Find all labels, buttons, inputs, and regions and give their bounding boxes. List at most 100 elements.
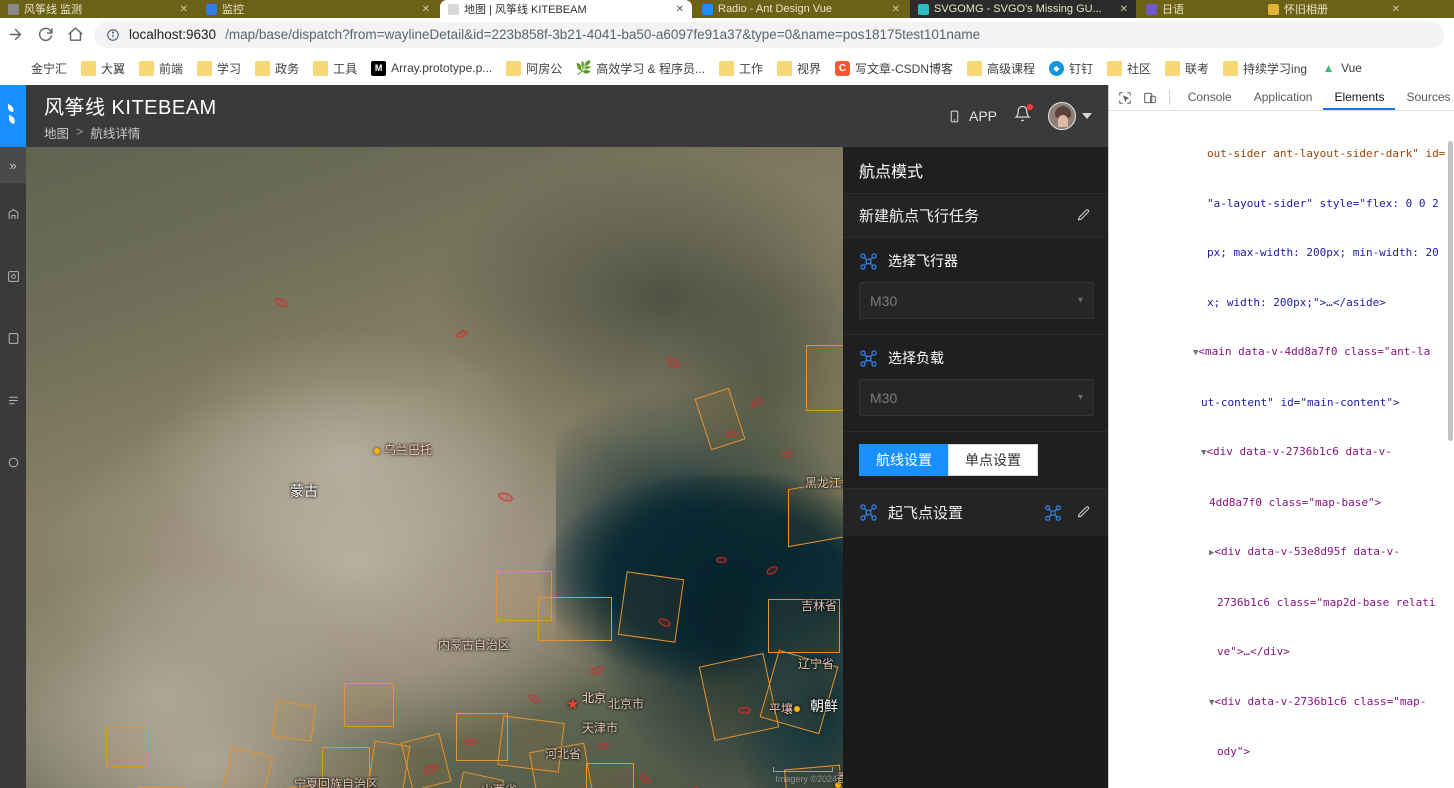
dom-node[interactable]: 4dd8a7f0 class="map-base"> bbox=[1109, 495, 1454, 512]
pencil-edit-icon[interactable] bbox=[1072, 205, 1094, 227]
tab-point-settings[interactable]: 单点设置 bbox=[948, 444, 1038, 476]
inspect-element-icon[interactable] bbox=[1113, 87, 1136, 109]
bookmark-item[interactable]: 高级课程 bbox=[960, 57, 1042, 80]
close-icon[interactable]: ✕ bbox=[892, 4, 900, 15]
browser-tab[interactable]: 风筝线 监测 ✕ bbox=[0, 0, 196, 18]
device-toolbar-icon[interactable] bbox=[1138, 87, 1161, 109]
browser-tab[interactable]: 怀旧相册 ✕ bbox=[1260, 0, 1408, 18]
drone-icon[interactable] bbox=[1044, 504, 1062, 522]
bookmark-item[interactable]: 视界 bbox=[770, 57, 828, 80]
rail-item-2[interactable] bbox=[0, 245, 26, 307]
tab-sources[interactable]: Sources bbox=[1395, 85, 1454, 110]
close-icon[interactable]: ✕ bbox=[676, 4, 684, 15]
browser-tab-active[interactable]: 地图 | 风筝线 KITEBEAM ✕ bbox=[440, 0, 692, 18]
tab-favicon bbox=[206, 3, 217, 15]
bookmark-label: 工作 bbox=[738, 61, 763, 76]
bookmark-item[interactable]: 前端 bbox=[132, 57, 190, 80]
bookmarks-bar: 金宁汇 大翼 前端 学习 政务 工具 M Array.prototype.p...… bbox=[0, 51, 1454, 85]
dom-tree[interactable]: out-sider ant-layout-sider-dark" id= "a-… bbox=[1109, 111, 1454, 788]
browser-tab[interactable]: Radio - Ant Design Vue ✕ bbox=[694, 0, 908, 18]
aircraft-select[interactable]: M30 ▾ bbox=[859, 282, 1094, 319]
dom-node[interactable]: ▼<div data-v-2736b1c6 class="map- bbox=[1109, 694, 1454, 712]
dom-node[interactable]: 2736b1c6 class="map2d-base relati bbox=[1109, 595, 1454, 612]
bookmark-label: 高级课程 bbox=[986, 61, 1035, 76]
kitebeam-logo-icon[interactable] bbox=[0, 85, 26, 147]
bookmark-item[interactable]: 阿房公 bbox=[499, 57, 569, 80]
bookmark-item[interactable]: M Array.prototype.p... bbox=[364, 58, 499, 79]
dom-node[interactable]: ▼<div data-v-2736b1c6 data-v- bbox=[1109, 444, 1454, 462]
drone-icon bbox=[859, 349, 878, 368]
close-icon[interactable]: ✕ bbox=[1120, 4, 1128, 15]
dom-node[interactable]: ▶<div data-v-53e8d95f data-v- bbox=[1109, 544, 1454, 562]
dom-node[interactable]: "a-layout-sider" style="flex: 0 0 2 bbox=[1109, 196, 1454, 213]
bookmark-item[interactable]: 社区 bbox=[1100, 57, 1158, 80]
bookmark-item[interactable]: 持续学习ing bbox=[1216, 57, 1314, 80]
dom-node[interactable]: ▼<main data-v-4dd8a7f0 class="ant-la bbox=[1109, 344, 1454, 362]
bookmark-item[interactable]: 政务 bbox=[248, 57, 306, 80]
rail-item-5[interactable] bbox=[0, 431, 26, 493]
close-icon[interactable]: ✕ bbox=[180, 4, 188, 15]
bookmark-label: Array.prototype.p... bbox=[391, 61, 493, 75]
bookmark-item[interactable]: 联考 bbox=[1158, 57, 1216, 80]
chevron-down-icon[interactable] bbox=[1082, 113, 1092, 119]
forward-arrow-icon[interactable] bbox=[0, 20, 30, 50]
browser-tab[interactable]: 日语 bbox=[1138, 0, 1258, 18]
breadcrumb: 地图 > 航线详情 bbox=[44, 123, 217, 142]
app-download-button[interactable]: APP bbox=[948, 107, 997, 126]
breadcrumb-root[interactable]: 地图 bbox=[44, 123, 69, 142]
dom-node[interactable]: ut-content" id="main-content"> bbox=[1109, 395, 1454, 412]
dom-node[interactable]: ody"> bbox=[1109, 744, 1454, 761]
bookmark-item[interactable]: 金宁汇 bbox=[4, 57, 74, 80]
browser-tabstrip: 风筝线 监测 ✕ 监控 ✕ 地图 | 风筝线 KITEBEAM ✕ Radio … bbox=[0, 0, 1454, 18]
rail-item-4[interactable] bbox=[0, 369, 26, 431]
dom-node[interactable]: ve">…</div> bbox=[1109, 644, 1454, 661]
tab-elements[interactable]: Elements bbox=[1323, 85, 1395, 110]
user-menu[interactable] bbox=[1048, 102, 1092, 130]
city-dot bbox=[374, 448, 380, 454]
tab-console[interactable]: Console bbox=[1177, 85, 1243, 110]
map2d-base[interactable]: ★ 乌兰巴托 蒙古 内蒙古自治区 黑龙江省 吉林省 辽宁省 朝鲜 平壤 首尔 韩… bbox=[26, 147, 843, 788]
tab-route-settings[interactable]: 航线设置 bbox=[859, 444, 948, 476]
home-icon[interactable] bbox=[60, 20, 90, 50]
bookmark-label: 金宁汇 bbox=[31, 61, 68, 76]
browser-tab[interactable]: 监控 ✕ bbox=[198, 0, 438, 18]
dom-line: ve">…</div> bbox=[1217, 645, 1290, 658]
pencil-edit-icon[interactable] bbox=[1072, 502, 1094, 524]
app-viewport: » 风筝线 KITEBEAM 地图 > 航线详情 APP ★ 乌兰巴托 蒙古 内… bbox=[0, 85, 1108, 788]
notification-bell-icon[interactable] bbox=[1014, 104, 1033, 127]
browser-tab[interactable]: SVGOMG - SVGO's Missing GU... ✕ bbox=[910, 0, 1136, 18]
address-bar[interactable]: localhost:9630/map/base/dispatch?from=wa… bbox=[94, 21, 1444, 48]
bookmark-item[interactable]: 大翼 bbox=[74, 57, 132, 80]
dom-node[interactable]: out-sider ant-layout-sider-dark" id= bbox=[1109, 146, 1454, 163]
site-info-icon[interactable] bbox=[106, 28, 120, 42]
csdn-icon: C bbox=[834, 60, 850, 76]
reload-icon[interactable] bbox=[30, 20, 60, 50]
bookmark-item[interactable]: 工具 bbox=[306, 57, 364, 80]
rail-item-3[interactable] bbox=[0, 307, 26, 369]
devtools-scrollbar[interactable] bbox=[1447, 111, 1454, 788]
bookmark-item[interactable]: 🌿 高效学习 & 程序员... bbox=[569, 57, 712, 80]
bookmark-label: 高效学习 & 程序员... bbox=[596, 61, 705, 76]
dom-node[interactable]: px; max-width: 200px; min-width: 20 bbox=[1109, 245, 1454, 262]
double-chevron-right-icon[interactable]: » bbox=[0, 147, 26, 183]
bookmark-item[interactable]: 工作 bbox=[712, 57, 770, 80]
close-icon[interactable]: ✕ bbox=[422, 4, 430, 15]
chevron-down-icon[interactable]: ▾ bbox=[1078, 295, 1083, 306]
bookmark-icon bbox=[11, 61, 26, 76]
dom-line: <div data-v-2736b1c6 class="map- bbox=[1214, 694, 1427, 708]
close-icon[interactable]: ✕ bbox=[1392, 4, 1400, 15]
bookmark-item[interactable]: ◆ 钉钉 bbox=[1042, 57, 1100, 80]
rail-item-1[interactable] bbox=[0, 183, 26, 245]
chevron-down-icon[interactable]: ▾ bbox=[1078, 392, 1083, 403]
dom-node[interactable]: x; width: 200px;">…</aside> bbox=[1109, 295, 1454, 312]
payload-select[interactable]: M30 ▾ bbox=[859, 379, 1094, 416]
bookmark-item[interactable]: 学习 bbox=[190, 57, 248, 80]
tab-favicon bbox=[1268, 3, 1279, 15]
task-name: 新建航点飞行任务 bbox=[859, 208, 980, 225]
folder-icon bbox=[966, 60, 982, 76]
bookmark-item[interactable]: ▲ Vue bbox=[1314, 58, 1369, 79]
avatar[interactable] bbox=[1048, 102, 1076, 130]
map-base[interactable]: ★ 乌兰巴托 蒙古 内蒙古自治区 黑龙江省 吉林省 辽宁省 朝鲜 平壤 首尔 韩… bbox=[26, 147, 843, 788]
bookmark-item[interactable]: C 写文章-CSDN博客 bbox=[828, 57, 960, 80]
tab-application[interactable]: Application bbox=[1243, 85, 1324, 110]
